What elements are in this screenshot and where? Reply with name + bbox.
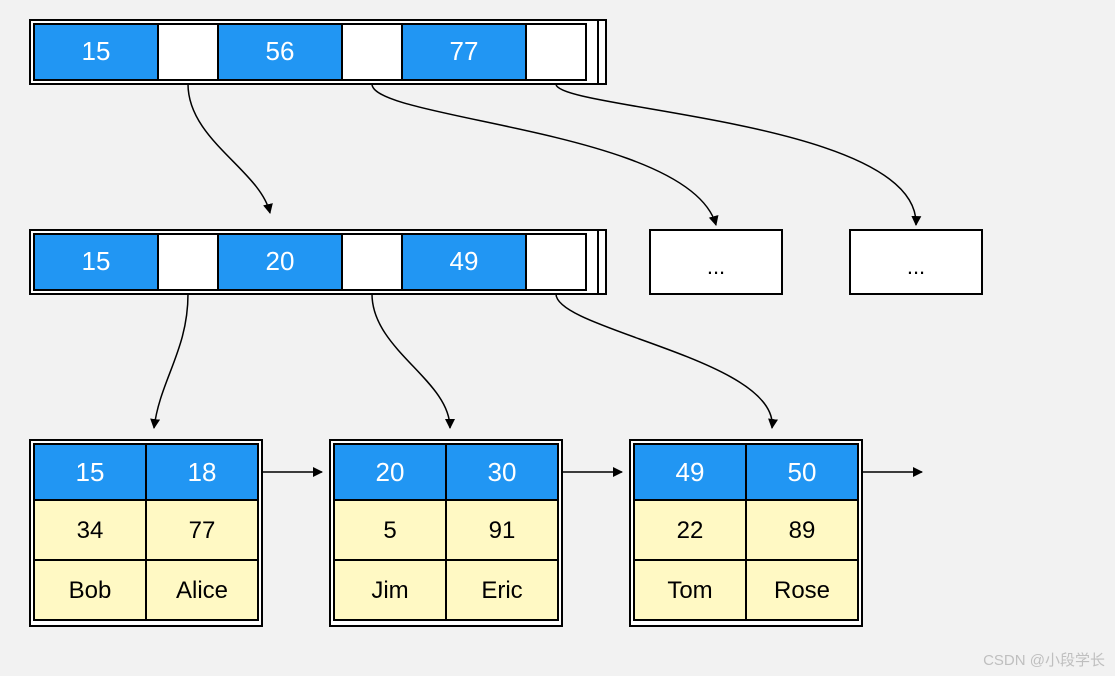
internal-key-2: 49 xyxy=(450,246,479,276)
svg-text:Tom: Tom xyxy=(667,577,712,604)
svg-text:89: 89 xyxy=(789,517,816,544)
svg-text:Eric: Eric xyxy=(481,577,522,604)
svg-text:49: 49 xyxy=(676,457,705,487)
svg-text:...: ... xyxy=(707,254,725,279)
svg-text:34: 34 xyxy=(77,517,104,544)
placeholder-node-1: ... xyxy=(850,230,982,294)
svg-text:22: 22 xyxy=(677,517,704,544)
root-arrow-2 xyxy=(556,84,916,225)
svg-text:5: 5 xyxy=(383,517,396,544)
root-key-1: 56 xyxy=(266,36,295,66)
internal-node: 15 20 49 xyxy=(30,230,606,294)
svg-text:91: 91 xyxy=(489,517,516,544)
placeholder-node-0: ... xyxy=(650,230,782,294)
leaf-node-2: 49 50 22 89 Tom Rose xyxy=(630,440,862,626)
svg-text:Alice: Alice xyxy=(176,577,228,604)
svg-text:Rose: Rose xyxy=(774,577,830,604)
svg-text:Bob: Bob xyxy=(69,577,112,604)
root-key-2: 77 xyxy=(450,36,479,66)
svg-text:77: 77 xyxy=(189,517,216,544)
svg-text:15: 15 xyxy=(76,457,105,487)
svg-text:30: 30 xyxy=(488,457,517,487)
watermark: CSDN @小段学长 xyxy=(983,649,1105,670)
internal-arrow-0 xyxy=(154,294,188,428)
svg-text:20: 20 xyxy=(376,457,405,487)
svg-text:...: ... xyxy=(907,254,925,279)
svg-text:18: 18 xyxy=(188,457,217,487)
btree-diagram: 15 56 77 15 20 49 ... ... xyxy=(0,0,1115,676)
internal-key-1: 20 xyxy=(266,246,295,276)
root-arrow-0 xyxy=(188,84,270,213)
root-arrow-1 xyxy=(372,84,716,225)
internal-arrow-1 xyxy=(372,294,450,428)
internal-arrow-2 xyxy=(556,294,772,428)
root-key-0: 15 xyxy=(82,36,111,66)
leaf-node-0: 15 18 34 77 Bob Alice xyxy=(30,440,262,626)
internal-key-0: 15 xyxy=(82,246,111,276)
svg-text:50: 50 xyxy=(788,457,817,487)
root-node: 15 56 77 xyxy=(30,20,606,84)
leaf-node-1: 20 30 5 91 Jim Eric xyxy=(330,440,562,626)
svg-text:Jim: Jim xyxy=(371,577,408,604)
